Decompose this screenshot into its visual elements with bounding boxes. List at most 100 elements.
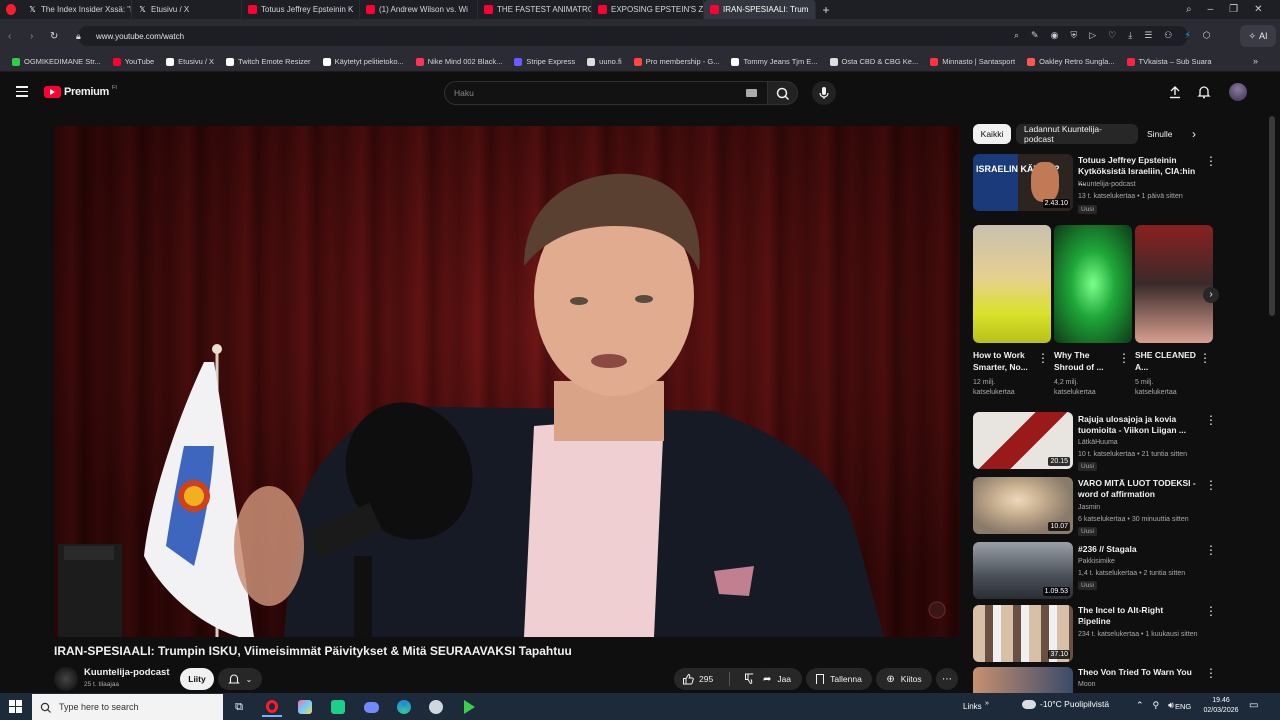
opera-menu-icon[interactable] bbox=[0, 0, 22, 19]
extension-icon[interactable]: ⚡ bbox=[1184, 30, 1190, 41]
back-icon[interactable]: ‹ bbox=[8, 31, 11, 42]
bookmark-item[interactable]: uuno.fi bbox=[581, 57, 628, 66]
browser-tab[interactable]: 𝕏 The Index Insider Xssä: "E bbox=[22, 0, 132, 19]
weather-widget[interactable]: -10°C Puolipilvistä bbox=[1022, 699, 1109, 709]
bookmark-item[interactable]: Minnasto | Santasport bbox=[924, 57, 1021, 66]
profile-icon[interactable]: ⚇ bbox=[1164, 30, 1172, 41]
share-button[interactable]: ➦ Jaa bbox=[752, 668, 802, 690]
related-video-title[interactable]: VARO MITÄ LUOT TODEKSI - word of affirma… bbox=[1078, 478, 1198, 500]
play-icon[interactable]: ▷ bbox=[1089, 30, 1096, 41]
related-video-channel[interactable]: LätkäHuuma bbox=[1078, 438, 1118, 448]
bookmark-item[interactable]: Tommy Jeans Tjm E... bbox=[725, 57, 823, 66]
short-thumbnail[interactable] bbox=[973, 225, 1051, 343]
chevron-right-icon[interactable]: › bbox=[1192, 127, 1196, 141]
links-toolbar[interactable]: Links bbox=[963, 702, 982, 711]
short-thumbnail[interactable] bbox=[1135, 225, 1213, 343]
like-button[interactable]: 295 bbox=[682, 673, 713, 685]
related-video-channel[interactable]: Jasmin bbox=[1078, 503, 1100, 513]
close-icon[interactable]: ✕ bbox=[1254, 4, 1262, 15]
minimize-icon[interactable]: – bbox=[1208, 4, 1214, 15]
bookmark-item[interactable]: TVkaista – Sub Suara bbox=[1121, 57, 1218, 66]
video-thumbnail[interactable]: 20.15 bbox=[973, 412, 1073, 469]
menu-lines-icon[interactable]: ☰ bbox=[1144, 30, 1152, 41]
page-scrollbar[interactable] bbox=[1269, 116, 1275, 316]
chip-downloaded[interactable]: Ladannut Kuuntelija-podcast bbox=[1016, 124, 1138, 144]
avatar[interactable] bbox=[1229, 83, 1247, 101]
bookmark-item[interactable]: Osta CBD & CBG Ke... bbox=[824, 57, 925, 66]
chip-all[interactable]: Kaikki bbox=[973, 124, 1011, 144]
clock[interactable]: 19.46 02/03/2026 bbox=[1198, 696, 1244, 716]
browser-tab[interactable]: Totuus Jeffrey Epsteinin K bbox=[242, 0, 360, 19]
notifications-bell-icon[interactable] bbox=[1197, 85, 1211, 99]
channel-avatar[interactable] bbox=[54, 667, 78, 691]
more-vertical-icon[interactable] bbox=[1205, 480, 1211, 490]
maximize-icon[interactable]: ❐ bbox=[1229, 4, 1238, 15]
short-thumbnail[interactable] bbox=[1054, 225, 1132, 343]
tray-expand-icon[interactable]: ⌃ bbox=[1136, 700, 1144, 711]
media-player-taskbar-icon[interactable] bbox=[459, 697, 479, 717]
more-vertical-icon[interactable] bbox=[1037, 353, 1043, 363]
video-thumbnail[interactable]: ISRAELIN KÄTYRI? 2.43.10 bbox=[973, 154, 1073, 211]
reload-icon[interactable]: ↻ bbox=[50, 31, 58, 42]
youtube-premium-logo[interactable]: Premium FI bbox=[44, 85, 117, 98]
bookmark-item[interactable]: Pro membership - G... bbox=[628, 57, 726, 66]
related-video-title[interactable]: The Incel to Alt-Right Pipeline bbox=[1078, 605, 1198, 627]
notification-center-icon[interactable]: ▭ bbox=[1249, 700, 1258, 711]
bookmark-item[interactable]: Nike Mind 002 Black... bbox=[410, 57, 509, 66]
join-button[interactable]: Liity bbox=[180, 668, 214, 690]
browser-tab[interactable]: THE FASTEST ANIMATRON bbox=[478, 0, 592, 19]
browser-tab[interactable]: 𝕏 Etusivu / X bbox=[132, 0, 242, 19]
network-icon[interactable]: ⚲ bbox=[1153, 700, 1160, 711]
more-vertical-icon[interactable] bbox=[1205, 668, 1211, 678]
new-tab-button[interactable]: + bbox=[816, 0, 836, 19]
more-vertical-icon[interactable] bbox=[1118, 353, 1124, 363]
related-video-channel[interactable]: Kuuntelija-podcast bbox=[1078, 180, 1136, 190]
video-player[interactable] bbox=[54, 126, 960, 637]
more-vertical-icon[interactable] bbox=[1205, 156, 1211, 166]
search-tabs-icon[interactable]: ⌕ bbox=[1186, 4, 1192, 15]
related-video-title[interactable]: Theo Von Tried To Warn You bbox=[1078, 667, 1198, 678]
short-title[interactable]: Why The Shroud of ... bbox=[1054, 349, 1116, 373]
subscription-bell-button[interactable]: ⌄ bbox=[218, 668, 262, 690]
related-video-channel[interactable]: Lu bbox=[1078, 618, 1086, 628]
shield-icon[interactable]: ⛨ bbox=[1070, 30, 1077, 41]
related-video-title[interactable]: #236 // Stagala bbox=[1078, 544, 1198, 555]
windows-start-icon[interactable] bbox=[9, 700, 22, 713]
more-vertical-icon[interactable] bbox=[1205, 415, 1211, 425]
video-thumbnail[interactable]: 10.07 bbox=[973, 477, 1073, 534]
paint-taskbar-icon[interactable] bbox=[295, 697, 315, 717]
forward-icon[interactable]: › bbox=[30, 31, 33, 42]
search-input[interactable]: Haku bbox=[444, 81, 768, 105]
edit-icon[interactable]: ✎ bbox=[1031, 30, 1039, 41]
related-video-title[interactable]: Rajuja ulosajoja ja kovia tuomioita - Vi… bbox=[1078, 414, 1198, 436]
shorts-next-icon[interactable]: › bbox=[1203, 287, 1219, 303]
bookmark-item[interactable]: Twitch Emote Resizer bbox=[220, 57, 317, 66]
language-indicator[interactable]: ENG bbox=[1175, 702, 1191, 711]
chip-for-you[interactable]: Sinulle bbox=[1143, 124, 1179, 144]
video-thumbnail[interactable]: 37.10 bbox=[973, 605, 1073, 662]
video-thumbnail[interactable] bbox=[973, 667, 1073, 693]
ai-button[interactable]: ✧ AI bbox=[1240, 25, 1276, 47]
browser-tab[interactable]: IRAN-SPESIAALI: Trum bbox=[704, 0, 816, 19]
discord-taskbar-icon[interactable] bbox=[361, 697, 381, 717]
more-vertical-icon[interactable] bbox=[1205, 606, 1211, 616]
browser-tab[interactable]: EXPOSING EPSTEIN'S ZOR bbox=[592, 0, 704, 19]
volume-icon[interactable]: 🔊︎ bbox=[1168, 700, 1174, 711]
more-vertical-icon[interactable] bbox=[1199, 353, 1205, 363]
save-button[interactable]: Tallenna bbox=[806, 668, 872, 690]
camera-icon[interactable]: ◉ bbox=[1051, 30, 1059, 41]
short-title[interactable]: How to Work Smarter, No... bbox=[973, 349, 1035, 373]
video-thumbnail[interactable]: 1.09.53 bbox=[973, 542, 1073, 599]
bookmark-item[interactable]: YouTube bbox=[107, 57, 160, 66]
app-taskbar-icon[interactable] bbox=[426, 697, 446, 717]
bookmark-item[interactable]: OGMIKEDIMANE Str... bbox=[6, 57, 107, 66]
taskbar-search-input[interactable]: Type here to search bbox=[32, 694, 223, 720]
spotify-like-taskbar-icon[interactable] bbox=[328, 697, 348, 717]
browser-tab[interactable]: (1) Andrew Wilson vs. Wi bbox=[360, 0, 478, 19]
more-actions-button[interactable]: ⋯ bbox=[936, 668, 958, 690]
keyboard-icon[interactable] bbox=[746, 89, 757, 97]
bookmark-item[interactable]: Etusivu / X bbox=[160, 57, 220, 66]
related-video-channel[interactable]: Moon bbox=[1078, 680, 1096, 690]
thanks-button[interactable]: ⊕ Kiitos bbox=[876, 668, 932, 690]
bookmarks-more-icon[interactable]: » bbox=[1253, 56, 1258, 66]
